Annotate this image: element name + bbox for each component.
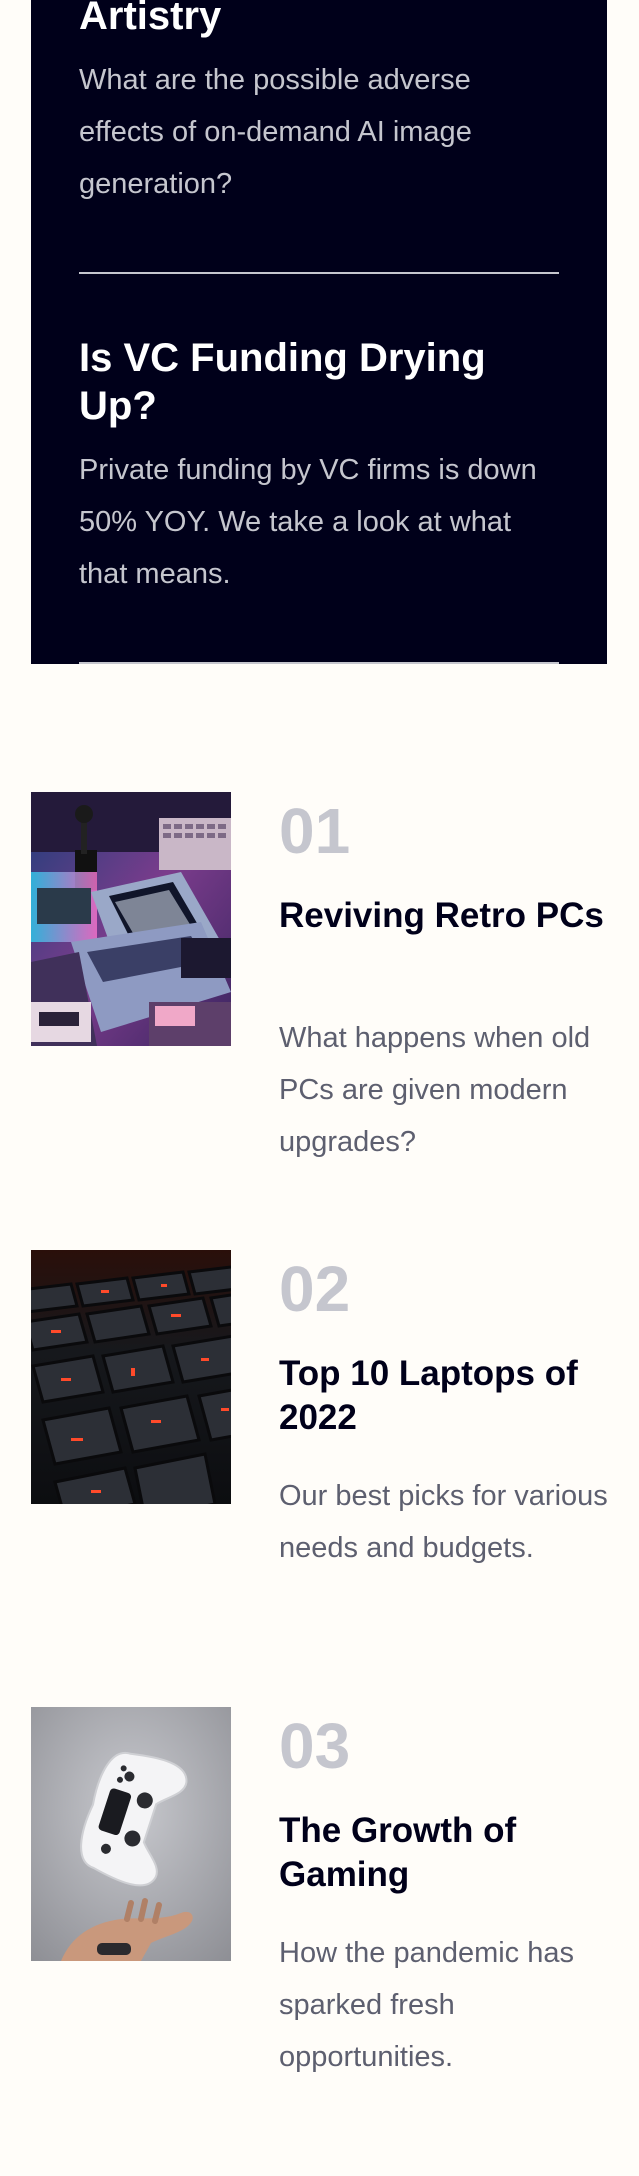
article-number: 03: [279, 1710, 351, 1782]
retro-pc-image[interactable]: [31, 792, 231, 1046]
new-item-description: What are the possible adverse effects of…: [79, 64, 472, 200]
new-item-artistry[interactable]: Artistry What are the possible adverse e…: [79, 0, 559, 210]
laptop-keyboard-image[interactable]: [31, 1250, 231, 1504]
article-title[interactable]: Reviving Retro PCs: [279, 894, 609, 938]
new-item-title[interactable]: Artistry: [79, 0, 559, 40]
article-title[interactable]: Top 10 Laptops of 2022: [279, 1352, 609, 1440]
divider: [79, 272, 559, 274]
article-description: How the pandemic has sparked fresh oppor…: [279, 1937, 574, 2073]
divider: [79, 662, 559, 664]
new-item-vc-funding[interactable]: Is VC Funding Drying Up? Private funding…: [79, 334, 559, 600]
article-description: Our best picks for various needs and bud…: [279, 1480, 608, 1564]
article-description: What happens when old PCs are given mode…: [279, 1022, 591, 1158]
article-title[interactable]: The Growth of Gaming: [279, 1809, 609, 1897]
article-number: 02: [279, 1253, 351, 1325]
new-item-description: Private funding by VC firms is down 50% …: [79, 454, 537, 590]
game-controller-image[interactable]: [31, 1707, 231, 1961]
article-number: 01: [279, 795, 351, 867]
new-item-title[interactable]: Is VC Funding Drying Up?: [79, 334, 559, 430]
